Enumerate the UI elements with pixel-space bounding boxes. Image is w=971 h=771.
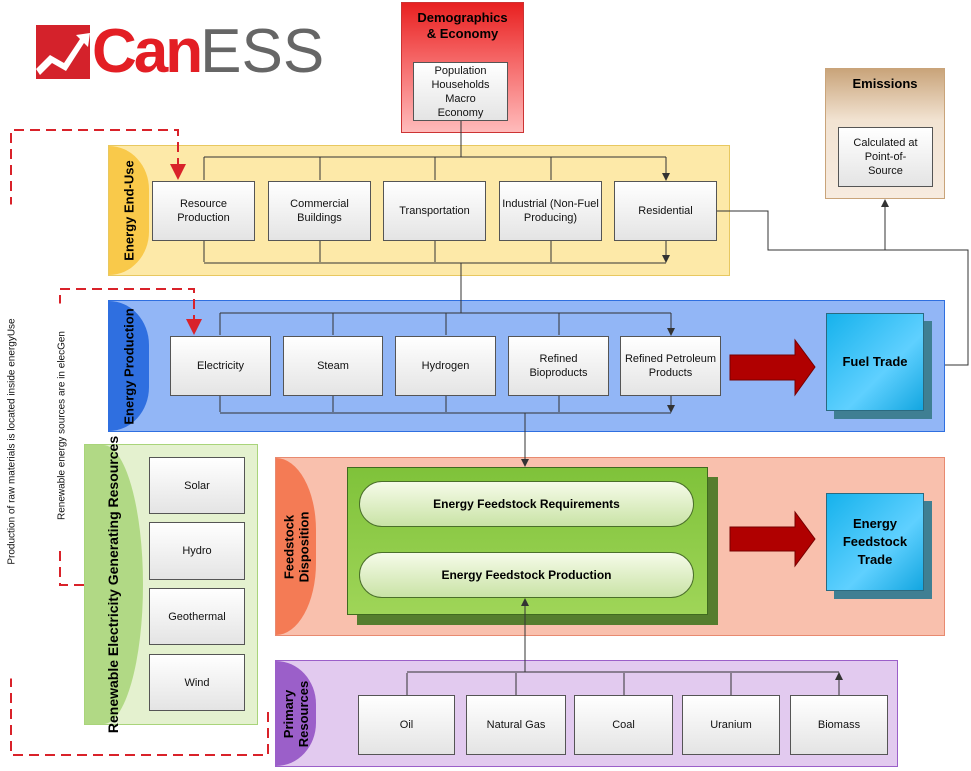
renewable-wind: Wind — [149, 654, 245, 711]
primary-oil: Oil — [358, 695, 455, 755]
primary-label: Primary Resources — [281, 680, 311, 747]
end-use-resource-production: Resource Production — [152, 181, 255, 241]
note-raw-materials: Production of raw materials is located i… — [6, 204, 18, 679]
caness-logo: Can ESS — [36, 17, 325, 86]
demographics-title: Demographics & Economy — [417, 10, 508, 41]
logo-mark-icon — [36, 25, 90, 79]
production-refined-bioproducts: Refined Bioproducts — [508, 336, 609, 396]
renewable-solar: Solar — [149, 457, 245, 514]
production-hydrogen: Hydrogen — [395, 336, 496, 396]
production-electricity: Electricity — [170, 336, 271, 396]
logo-can: Can — [92, 17, 203, 86]
production-steam: Steam — [283, 336, 383, 396]
primary-natural-gas: Natural Gas — [466, 695, 566, 755]
feedstock-label: Feedstock Disposition — [281, 511, 311, 582]
fuel-trade-cube: Fuel Trade — [826, 313, 924, 411]
primary-coal: Coal — [574, 695, 673, 755]
primary-biomass: Biomass — [790, 695, 888, 755]
feedstock-production: Energy Feedstock Production — [359, 552, 694, 598]
end-use-commercial-buildings: Commercial Buildings — [268, 181, 371, 241]
end-use-transportation: Transportation — [383, 181, 486, 241]
feedstock-trade-cube: Energy Feedstock Trade — [826, 493, 924, 591]
feedstock-requirements: Energy Feedstock Requirements — [359, 481, 694, 527]
demographics-items: Population Households Macro Economy — [413, 62, 508, 121]
emissions-items: Calculated at Point-of-Source — [838, 127, 933, 187]
emissions-title: Emissions — [852, 76, 918, 91]
production-refined-petroleum: Refined Petroleum Products — [620, 336, 721, 396]
production-label: Energy Production — [121, 307, 137, 425]
renewable-hydro: Hydro — [149, 522, 245, 580]
end-use-residential: Residential — [614, 181, 717, 241]
primary-uranium: Uranium — [682, 695, 780, 755]
note-renewable-sources: Renewable energy sources are in elecGen — [56, 303, 68, 548]
logo-ess: ESS — [200, 17, 325, 86]
end-use-label: Energy End-Use — [121, 160, 137, 261]
end-use-industrial: Industrial (Non-Fuel Producing) — [499, 181, 602, 241]
renewable-label: Renewable Electricity Generating Resourc… — [105, 435, 122, 734]
renewable-geothermal: Geothermal — [149, 588, 245, 645]
